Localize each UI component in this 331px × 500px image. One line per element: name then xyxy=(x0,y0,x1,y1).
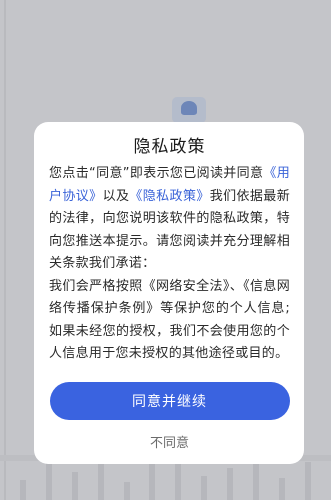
screen: 隐私政策 您点击“同意”即表示您已阅读并同意《用户协议》以及《隐私政策》我们依据… xyxy=(0,0,331,500)
disagree-button[interactable]: 不同意 xyxy=(49,432,290,451)
dialog-title: 隐私政策 xyxy=(133,137,206,157)
dialog-body: 您点击“同意”即表示您已阅读并同意《用户协议》以及《隐私政策》我们依据最新的法律… xyxy=(49,163,290,366)
intro-text-2: 以及 xyxy=(102,188,130,204)
intro-text-1: 您点击“同意”即表示您已阅读并同意 xyxy=(49,166,264,181)
privacy-policy-link[interactable]: 《隐私政策》 xyxy=(129,189,209,204)
privacy-policy-dialog: 隐私政策 您点击“同意”即表示您已阅读并同意《用户协议》以及《隐私政策》我们依据… xyxy=(34,122,304,464)
promise-text: 我们会严格按照《网络安全法》、《信息网络传播保护条例》等保护您的个人信息;如果未… xyxy=(49,278,290,362)
agree-continue-button[interactable]: 同意并继续 xyxy=(49,381,290,420)
background-app-icon xyxy=(172,97,206,123)
background-divider xyxy=(4,0,6,500)
